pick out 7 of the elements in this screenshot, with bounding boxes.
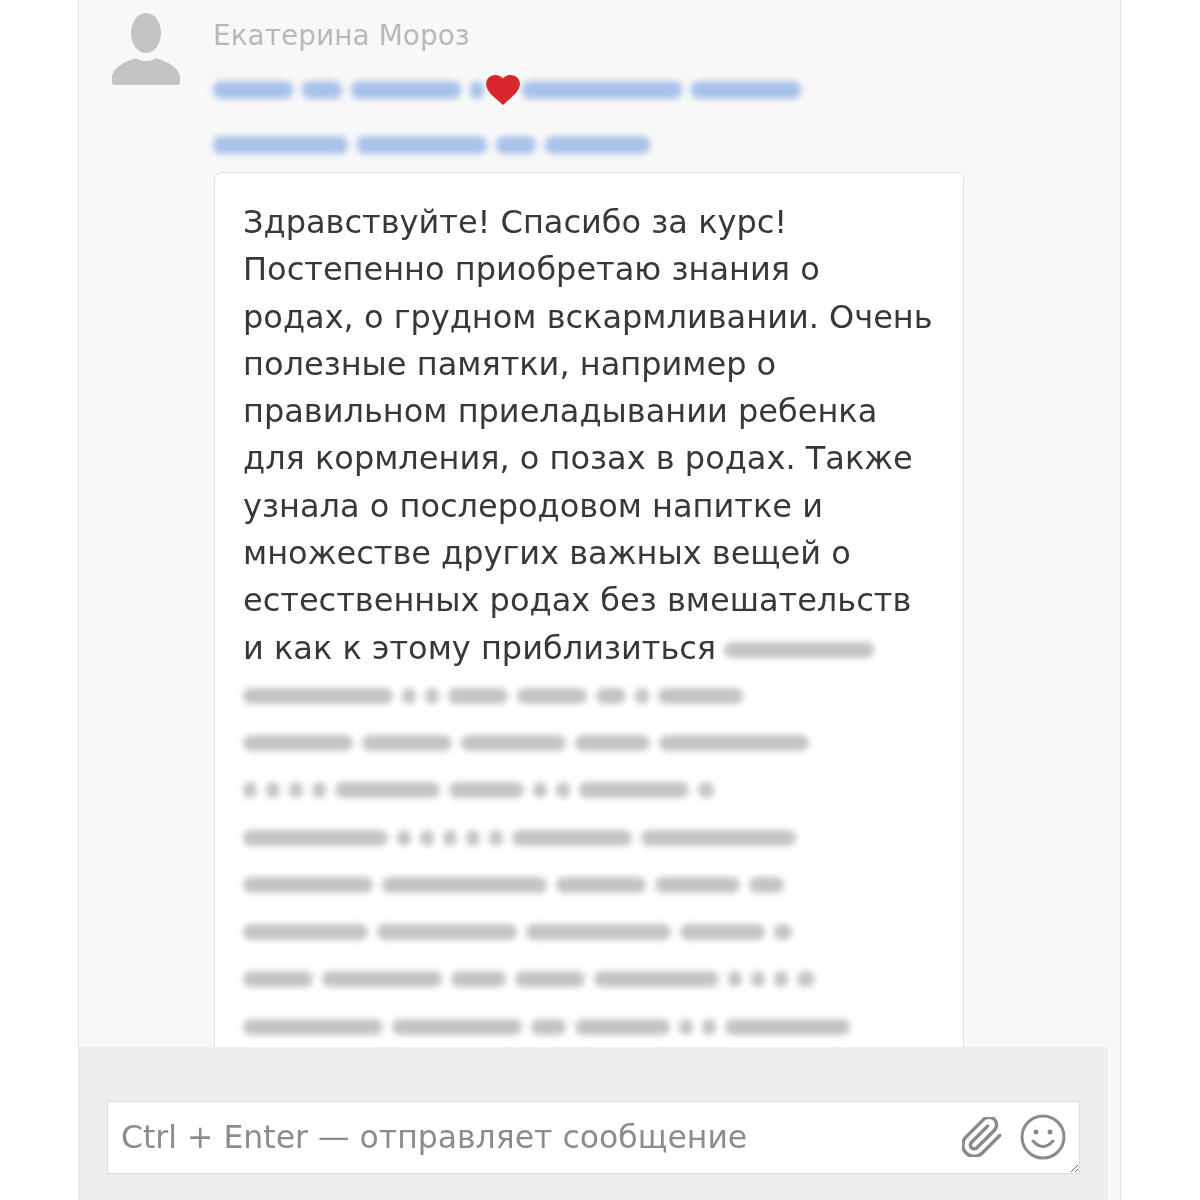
sender-name: Екатерина Мороз (213, 19, 471, 53)
message-text: Здравствуйте! Спасибо за курс! Постепенно приобретаю знания о родах, о грудном вскармливании. Очень полезные памятки, например о правильном приеладывании ребенка для кормления, о позах в родах. Также узнала о послеродовом напитке и множестве других важных вещей о естественных родах без вмешательств и как к этому приблизиться (243, 202, 934, 669)
message-input[interactable]: Ctrl + Enter — отправляет сообщение (107, 1101, 1080, 1174)
heart-icon (486, 74, 520, 105)
smiley-icon[interactable] (1020, 1114, 1066, 1160)
avatar-icon (112, 12, 180, 85)
paperclip-icon[interactable] (962, 1117, 1002, 1157)
